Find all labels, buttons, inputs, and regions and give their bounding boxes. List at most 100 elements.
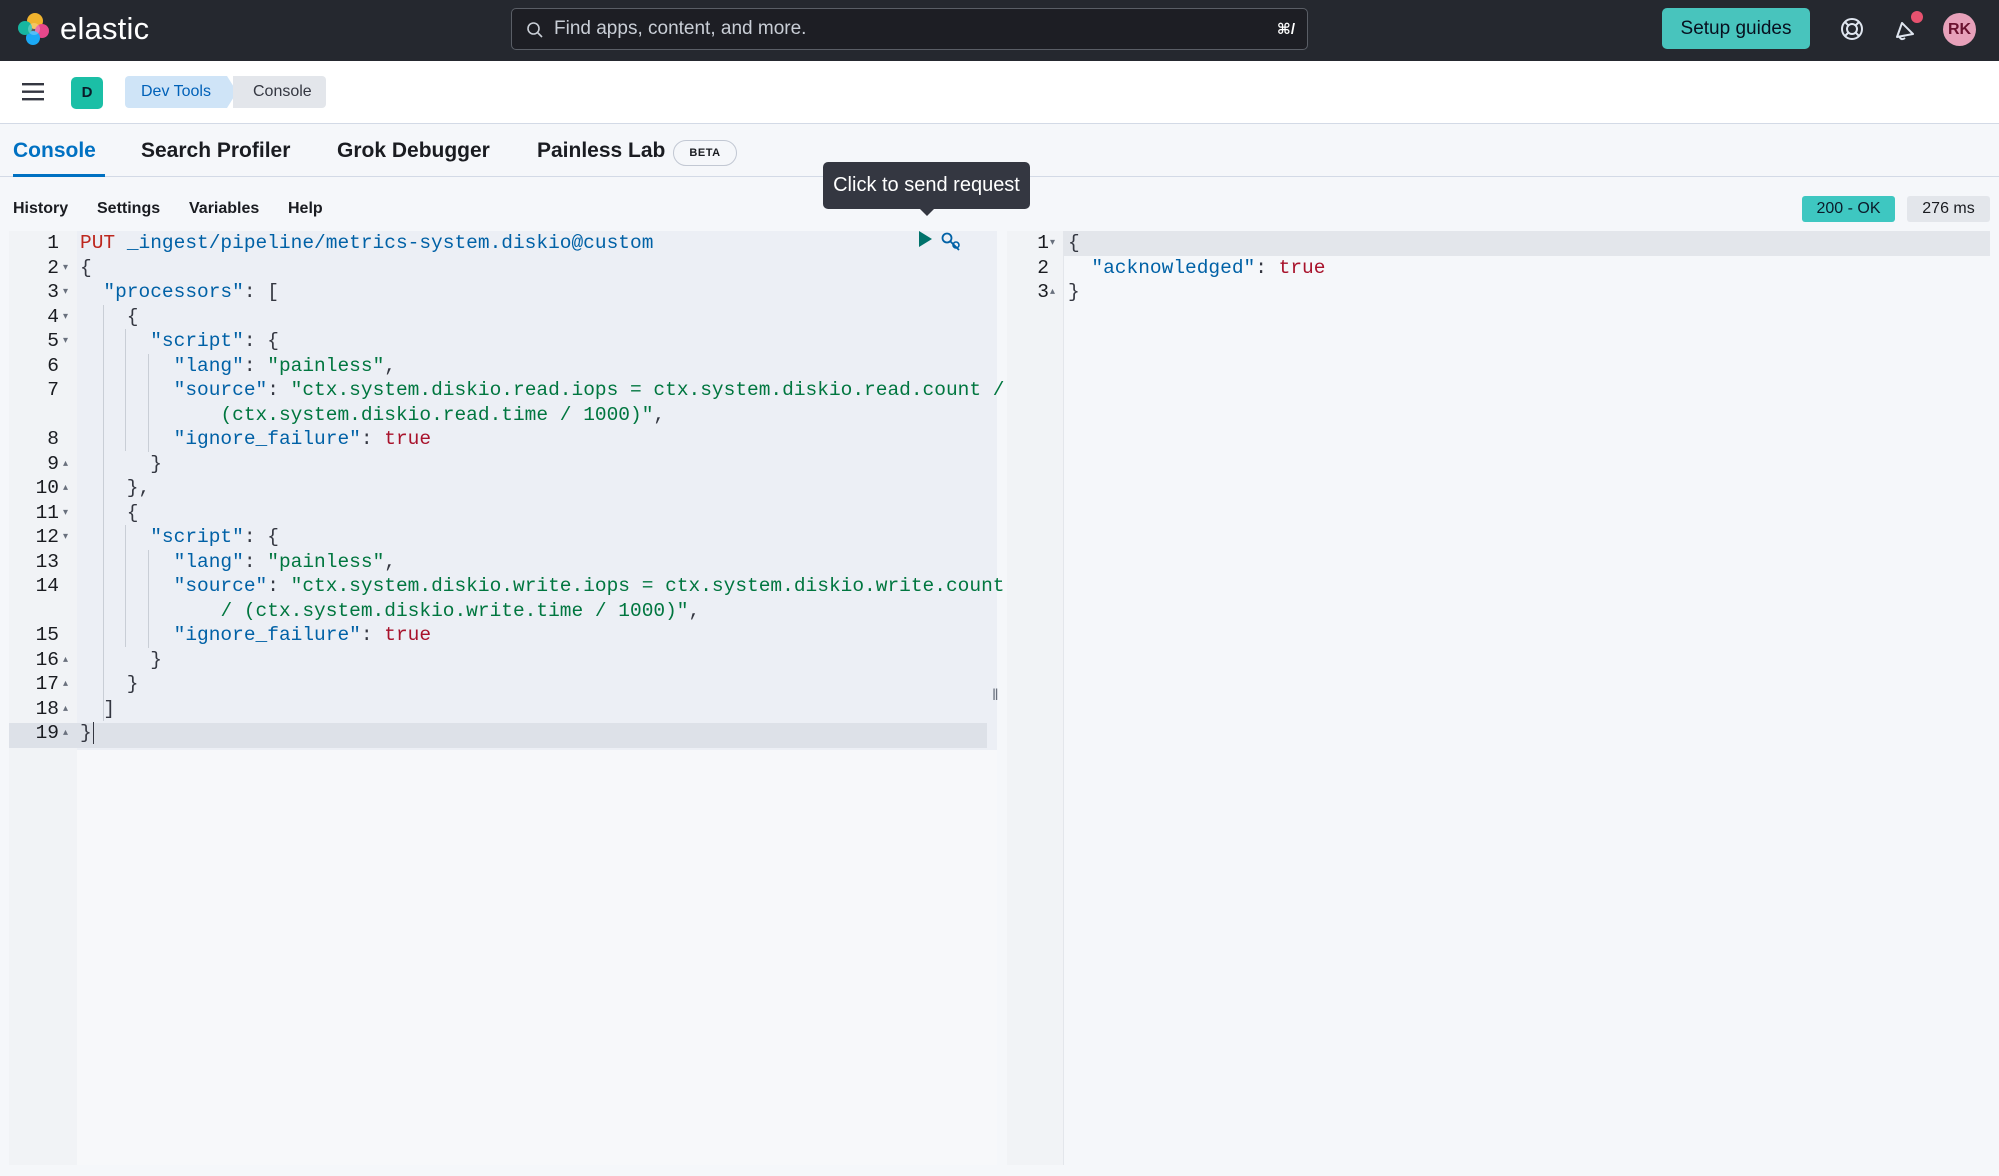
active-line-highlight bbox=[9, 723, 987, 748]
brand-name[interactable]: elastic bbox=[60, 12, 149, 46]
line-number: 7 bbox=[47, 379, 59, 401]
elastic-logo-icon[interactable] bbox=[17, 12, 51, 46]
code-line: } bbox=[80, 722, 94, 744]
search-icon bbox=[527, 22, 543, 38]
line-number: 2 bbox=[47, 256, 59, 279]
tab-console[interactable]: Console bbox=[13, 139, 96, 163]
variables-link[interactable]: Variables bbox=[189, 200, 259, 218]
fold-toggle-icon[interactable]: ▾ bbox=[63, 256, 68, 281]
line-number: 19 bbox=[35, 722, 59, 744]
line-number: 1 bbox=[47, 232, 59, 254]
response-panel[interactable]: 1 2 3 ▾ ▴ { "acknowledged": true } bbox=[1007, 231, 1990, 1166]
line-number: 14 bbox=[35, 575, 59, 597]
help-icon[interactable] bbox=[1839, 16, 1865, 42]
request-body-area[interactable] bbox=[77, 231, 997, 750]
code-line: "source": "ctx.system.diskio.write.iops … bbox=[173, 575, 1005, 597]
code-line: "ignore_failure": true bbox=[173, 624, 432, 646]
code-line: PUT _ingest/pipeline/metrics-system.disk… bbox=[80, 232, 654, 254]
code-line: { bbox=[80, 501, 139, 524]
line-number: 12 bbox=[35, 526, 59, 548]
fold-toggle-icon[interactable]: ▴ bbox=[63, 476, 68, 501]
code-line: "script": { bbox=[150, 330, 279, 352]
fold-toggle-icon[interactable]: ▴ bbox=[63, 648, 68, 673]
line-number: 1 bbox=[1037, 232, 1049, 254]
breadcrumb-console: Console bbox=[233, 76, 326, 108]
line-number: 10 bbox=[35, 477, 59, 499]
tab-search-profiler[interactable]: Search Profiler bbox=[141, 139, 290, 163]
code-line: "ignore_failure": true bbox=[173, 428, 432, 450]
code-line: } bbox=[80, 673, 139, 695]
breadcrumb-bar: D Dev Tools Console bbox=[0, 61, 1999, 124]
fold-toggle-icon[interactable]: ▾ bbox=[63, 329, 68, 354]
wrench-icon[interactable] bbox=[940, 231, 962, 253]
line-number: 6 bbox=[47, 354, 59, 377]
line-number: 11 bbox=[35, 501, 59, 524]
editor-empty-area[interactable] bbox=[77, 750, 997, 1165]
line-number: 16 bbox=[35, 648, 59, 671]
fold-toggle-icon[interactable]: ▴ bbox=[63, 672, 68, 697]
code-line: }, bbox=[80, 477, 151, 499]
line-number: 18 bbox=[35, 697, 59, 720]
line-number: 4 bbox=[47, 305, 59, 328]
code-line: { bbox=[80, 256, 92, 279]
help-link[interactable]: Help bbox=[288, 200, 323, 218]
line-number: 3 bbox=[47, 281, 59, 303]
status-badge: 200 - OK bbox=[1802, 196, 1895, 222]
fold-toggle-icon[interactable]: ▾ bbox=[63, 305, 68, 330]
fold-toggle-icon[interactable]: ▴ bbox=[63, 452, 68, 477]
tab-grok-debugger[interactable]: Grok Debugger bbox=[337, 139, 490, 163]
top-nav-bar: elastic ⌘/ Setup guides RK bbox=[0, 0, 1999, 61]
beta-badge: BETA bbox=[673, 140, 737, 166]
setup-guides-button[interactable]: Setup guides bbox=[1662, 8, 1810, 49]
code-line: "lang": "painless", bbox=[173, 550, 396, 573]
fold-toggle-icon[interactable]: ▾ bbox=[63, 525, 68, 550]
line-number: 9 bbox=[47, 452, 59, 475]
fold-toggle-icon[interactable]: ▴ bbox=[1050, 280, 1055, 305]
line-number: 2 bbox=[1037, 256, 1049, 279]
code-line: "script": { bbox=[150, 526, 279, 548]
active-tab-indicator bbox=[13, 174, 105, 177]
search-input[interactable] bbox=[554, 9, 1254, 49]
response-body-area bbox=[1064, 255, 1990, 1166]
response-line: { bbox=[1068, 232, 1080, 254]
notification-dot bbox=[1911, 11, 1923, 23]
fold-toggle-icon[interactable]: ▾ bbox=[63, 501, 68, 526]
search-shortcut: ⌘/ bbox=[1276, 21, 1295, 38]
code-line: } bbox=[80, 648, 162, 671]
menu-icon[interactable] bbox=[22, 83, 46, 101]
code-line: (ctx.system.diskio.read.time / 1000)", bbox=[220, 403, 666, 426]
send-request-tooltip: Click to send request bbox=[823, 162, 1030, 216]
tab-painless-lab[interactable]: Painless Lab bbox=[537, 139, 665, 163]
breadcrumb-dev-tools[interactable]: Dev Tools bbox=[125, 76, 237, 108]
line-number: 3 bbox=[1037, 281, 1049, 303]
response-line: "acknowledged": true bbox=[1091, 256, 1326, 279]
code-line: ] bbox=[80, 697, 116, 720]
code-line: { bbox=[80, 305, 139, 328]
user-avatar[interactable]: RK bbox=[1943, 13, 1976, 46]
fold-toggle-icon[interactable]: ▾ bbox=[1050, 231, 1055, 256]
code-line: "processors": [ bbox=[103, 281, 279, 303]
line-number: 8 bbox=[47, 428, 59, 450]
response-line: } bbox=[1068, 281, 1080, 303]
global-search[interactable]: ⌘/ bbox=[511, 8, 1308, 50]
response-line-gutter bbox=[1007, 231, 1064, 1165]
request-time-badge: 276 ms bbox=[1907, 196, 1990, 222]
history-link[interactable]: History bbox=[13, 200, 68, 218]
line-number: 13 bbox=[35, 550, 59, 573]
line-number: 15 bbox=[35, 624, 59, 646]
fold-toggle-icon[interactable]: ▴ bbox=[63, 721, 68, 746]
panel-resize-handle[interactable]: ‖ bbox=[992, 687, 999, 705]
line-number: 17 bbox=[35, 673, 59, 695]
fold-toggle-icon[interactable]: ▾ bbox=[63, 280, 68, 305]
code-line: } bbox=[80, 452, 162, 475]
code-line: "lang": "painless", bbox=[173, 354, 396, 377]
line-number: 5 bbox=[47, 330, 59, 352]
fold-toggle-icon[interactable]: ▴ bbox=[63, 697, 68, 722]
space-avatar[interactable]: D bbox=[71, 77, 103, 109]
code-line: / (ctx.system.diskio.write.time / 1000)"… bbox=[220, 599, 701, 622]
response-active-line bbox=[1064, 231, 1990, 256]
settings-link[interactable]: Settings bbox=[97, 200, 160, 218]
request-editor[interactable]: 1 2 3 4 5 6 7 8 9 10 11 12 13 14 15 16 1… bbox=[9, 231, 1004, 1165]
send-request-icon[interactable] bbox=[917, 230, 933, 248]
code-line: "source": "ctx.system.diskio.read.iops =… bbox=[173, 379, 1005, 401]
